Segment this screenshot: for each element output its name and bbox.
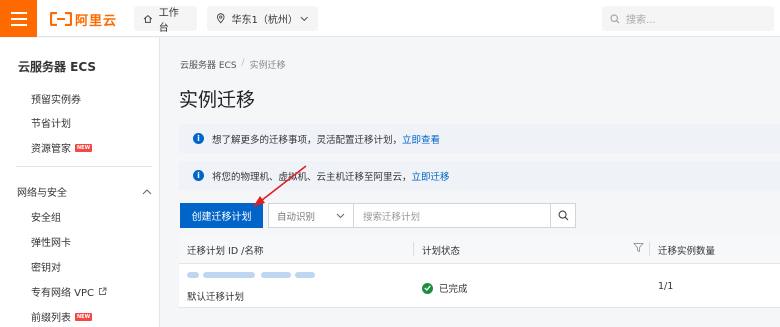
aliyun-logo[interactable]: 阿里云 xyxy=(50,9,117,29)
sidebar-divider xyxy=(16,166,152,167)
external-link-icon xyxy=(99,287,107,295)
plan-name: 默认迁移计划 xyxy=(187,292,245,303)
sidebar-item-label: 安全组 xyxy=(31,213,61,224)
main-content: 云服务器 ECS / 实例迁移 实例迁移 i 想了解更多的迁移事项，灵活配置迁移… xyxy=(161,38,780,327)
instance-count: 1/1 xyxy=(658,281,674,292)
chevron-up-icon xyxy=(142,188,152,194)
workbench-label: 工作台 xyxy=(158,7,179,34)
menu-icon-line xyxy=(10,23,27,26)
sidebar-item-eni[interactable]: 弹性网卡 xyxy=(31,234,71,249)
column-header-plan-id: 迁移计划 ID /名称 xyxy=(187,246,264,257)
check-circle-icon xyxy=(422,282,433,294)
filter-select-value: 自动识别 xyxy=(277,211,316,223)
plan-search-input[interactable]: 搜索迁移计划 xyxy=(353,203,551,228)
notice-text: 将您的物理机、虚拟机、云主机迁移至阿里云， xyxy=(212,171,412,183)
sidebar-item-label: 弹性网卡 xyxy=(31,238,71,249)
new-badge: NEW xyxy=(75,143,93,152)
menu-icon-line xyxy=(10,11,27,14)
filter-icon[interactable] xyxy=(633,242,644,253)
top-navigation-bar: 阿里云 工作台 华东1（杭州） 搜索... xyxy=(0,0,780,37)
global-search-placeholder: 搜索... xyxy=(626,15,656,26)
notice-migration-guide: i 想了解更多的迁移事项，灵活配置迁移计划，立即查看 xyxy=(179,124,780,153)
info-icon: i xyxy=(193,170,204,181)
page-title: 实例迁移 xyxy=(179,89,256,111)
sidebar-item-prefix-list[interactable]: 前缀列表 NEW xyxy=(31,309,93,324)
plan-search-placeholder: 搜索迁移计划 xyxy=(363,211,421,223)
menu-icon-line xyxy=(10,17,27,20)
column-divider xyxy=(413,242,414,256)
table-row: 默认迁移计划 已完成 1/1 xyxy=(179,264,780,308)
notice-text: 想了解更多的迁移事项，灵活配置迁移计划， xyxy=(212,134,403,146)
sidebar-item-savings-plan[interactable]: 节省计划 xyxy=(31,115,71,130)
search-icon xyxy=(558,210,568,221)
migrate-now-link[interactable]: 立即迁移 xyxy=(412,172,450,183)
plan-search-button[interactable] xyxy=(550,203,576,228)
chevron-down-icon xyxy=(336,213,345,218)
notice-migrate-to-cloud: i 将您的物理机、虚拟机、云主机迁移至阿里云，立即迁移 xyxy=(179,161,780,190)
sidebar-group-label: 网络与安全 xyxy=(17,188,67,199)
location-pin-icon xyxy=(216,13,225,24)
new-badge: NEW xyxy=(75,312,93,321)
breadcrumb-current: 实例迁移 xyxy=(249,61,286,71)
global-search-input[interactable]: 搜索... xyxy=(602,6,774,31)
view-now-link[interactable]: 立即查看 xyxy=(402,135,440,146)
sidebar-item-label: 专有网络 VPC xyxy=(31,288,95,299)
sidebar-title: 云服务器 ECS xyxy=(18,60,97,74)
table-header: 迁移计划 ID /名称 计划状态 迁移实例数量 xyxy=(179,234,780,264)
sidebar-group-network-security[interactable]: 网络与安全 xyxy=(17,184,152,199)
sidebar-item-reserved-instances[interactable]: 预留实例券 xyxy=(31,91,81,106)
column-header-instance-count: 迁移实例数量 xyxy=(658,246,716,257)
sidebar-item-label: 资源管家 xyxy=(31,144,71,155)
sidebar-item-label: 预留实例券 xyxy=(31,95,81,106)
sidebar-item-label: 前缀列表 xyxy=(31,313,71,324)
breadcrumb-separator: / xyxy=(241,58,245,68)
info-icon: i xyxy=(193,133,204,144)
breadcrumb: 云服务器 ECS / 实例迁移 xyxy=(180,58,286,71)
home-icon xyxy=(143,14,153,23)
filter-select[interactable]: 自动识别 xyxy=(268,203,354,228)
workbench-button[interactable]: 工作台 xyxy=(134,6,197,34)
sidebar-item-security-group[interactable]: 安全组 xyxy=(31,209,61,224)
plan-status-text: 已完成 xyxy=(439,284,468,295)
sidebar-item-label: 密钥对 xyxy=(31,263,61,274)
sidebar-item-vpc[interactable]: 专有网络 VPC xyxy=(31,284,107,299)
plan-status: 已完成 xyxy=(422,281,468,295)
aliyun-logo-icon xyxy=(50,12,72,26)
create-migration-plan-button[interactable]: 创建迁移计划 xyxy=(180,203,263,228)
sidebar: 云服务器 ECS 预留实例券 节省计划 资源管家 NEW 网络与安全 安全组 弹… xyxy=(0,38,160,327)
sidebar-item-resource-manager[interactable]: 资源管家 NEW xyxy=(31,140,93,155)
breadcrumb-link-ecs[interactable]: 云服务器 ECS xyxy=(180,58,237,71)
column-divider xyxy=(649,242,650,256)
logo-text: 阿里云 xyxy=(75,13,118,29)
sidebar-item-key-pairs[interactable]: 密钥对 xyxy=(31,259,61,274)
column-header-status: 计划状态 xyxy=(422,246,461,257)
plan-id-redacted[interactable] xyxy=(187,272,315,280)
chevron-down-icon xyxy=(301,16,309,21)
sidebar-item-label: 节省计划 xyxy=(31,119,71,130)
region-label: 华东1（杭州） xyxy=(231,15,298,26)
region-selector[interactable]: 华东1（杭州） xyxy=(207,6,318,31)
search-icon xyxy=(610,13,620,23)
menu-button[interactable] xyxy=(0,0,37,37)
